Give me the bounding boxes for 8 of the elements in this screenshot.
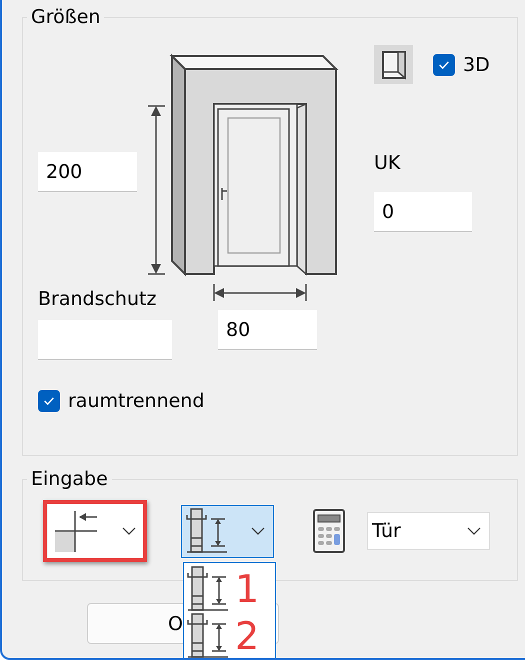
group-title: Größen bbox=[30, 6, 102, 28]
checkbox-label: raumtrennend bbox=[68, 390, 204, 412]
annotation-number: 1 bbox=[235, 570, 260, 608]
field-label: Brandschutz bbox=[38, 288, 156, 310]
field-label: UK bbox=[374, 152, 400, 174]
group-title: Eingabe bbox=[30, 468, 109, 490]
checkbox-label: 3D bbox=[463, 54, 490, 76]
annotation-number: 2 bbox=[235, 616, 260, 654]
